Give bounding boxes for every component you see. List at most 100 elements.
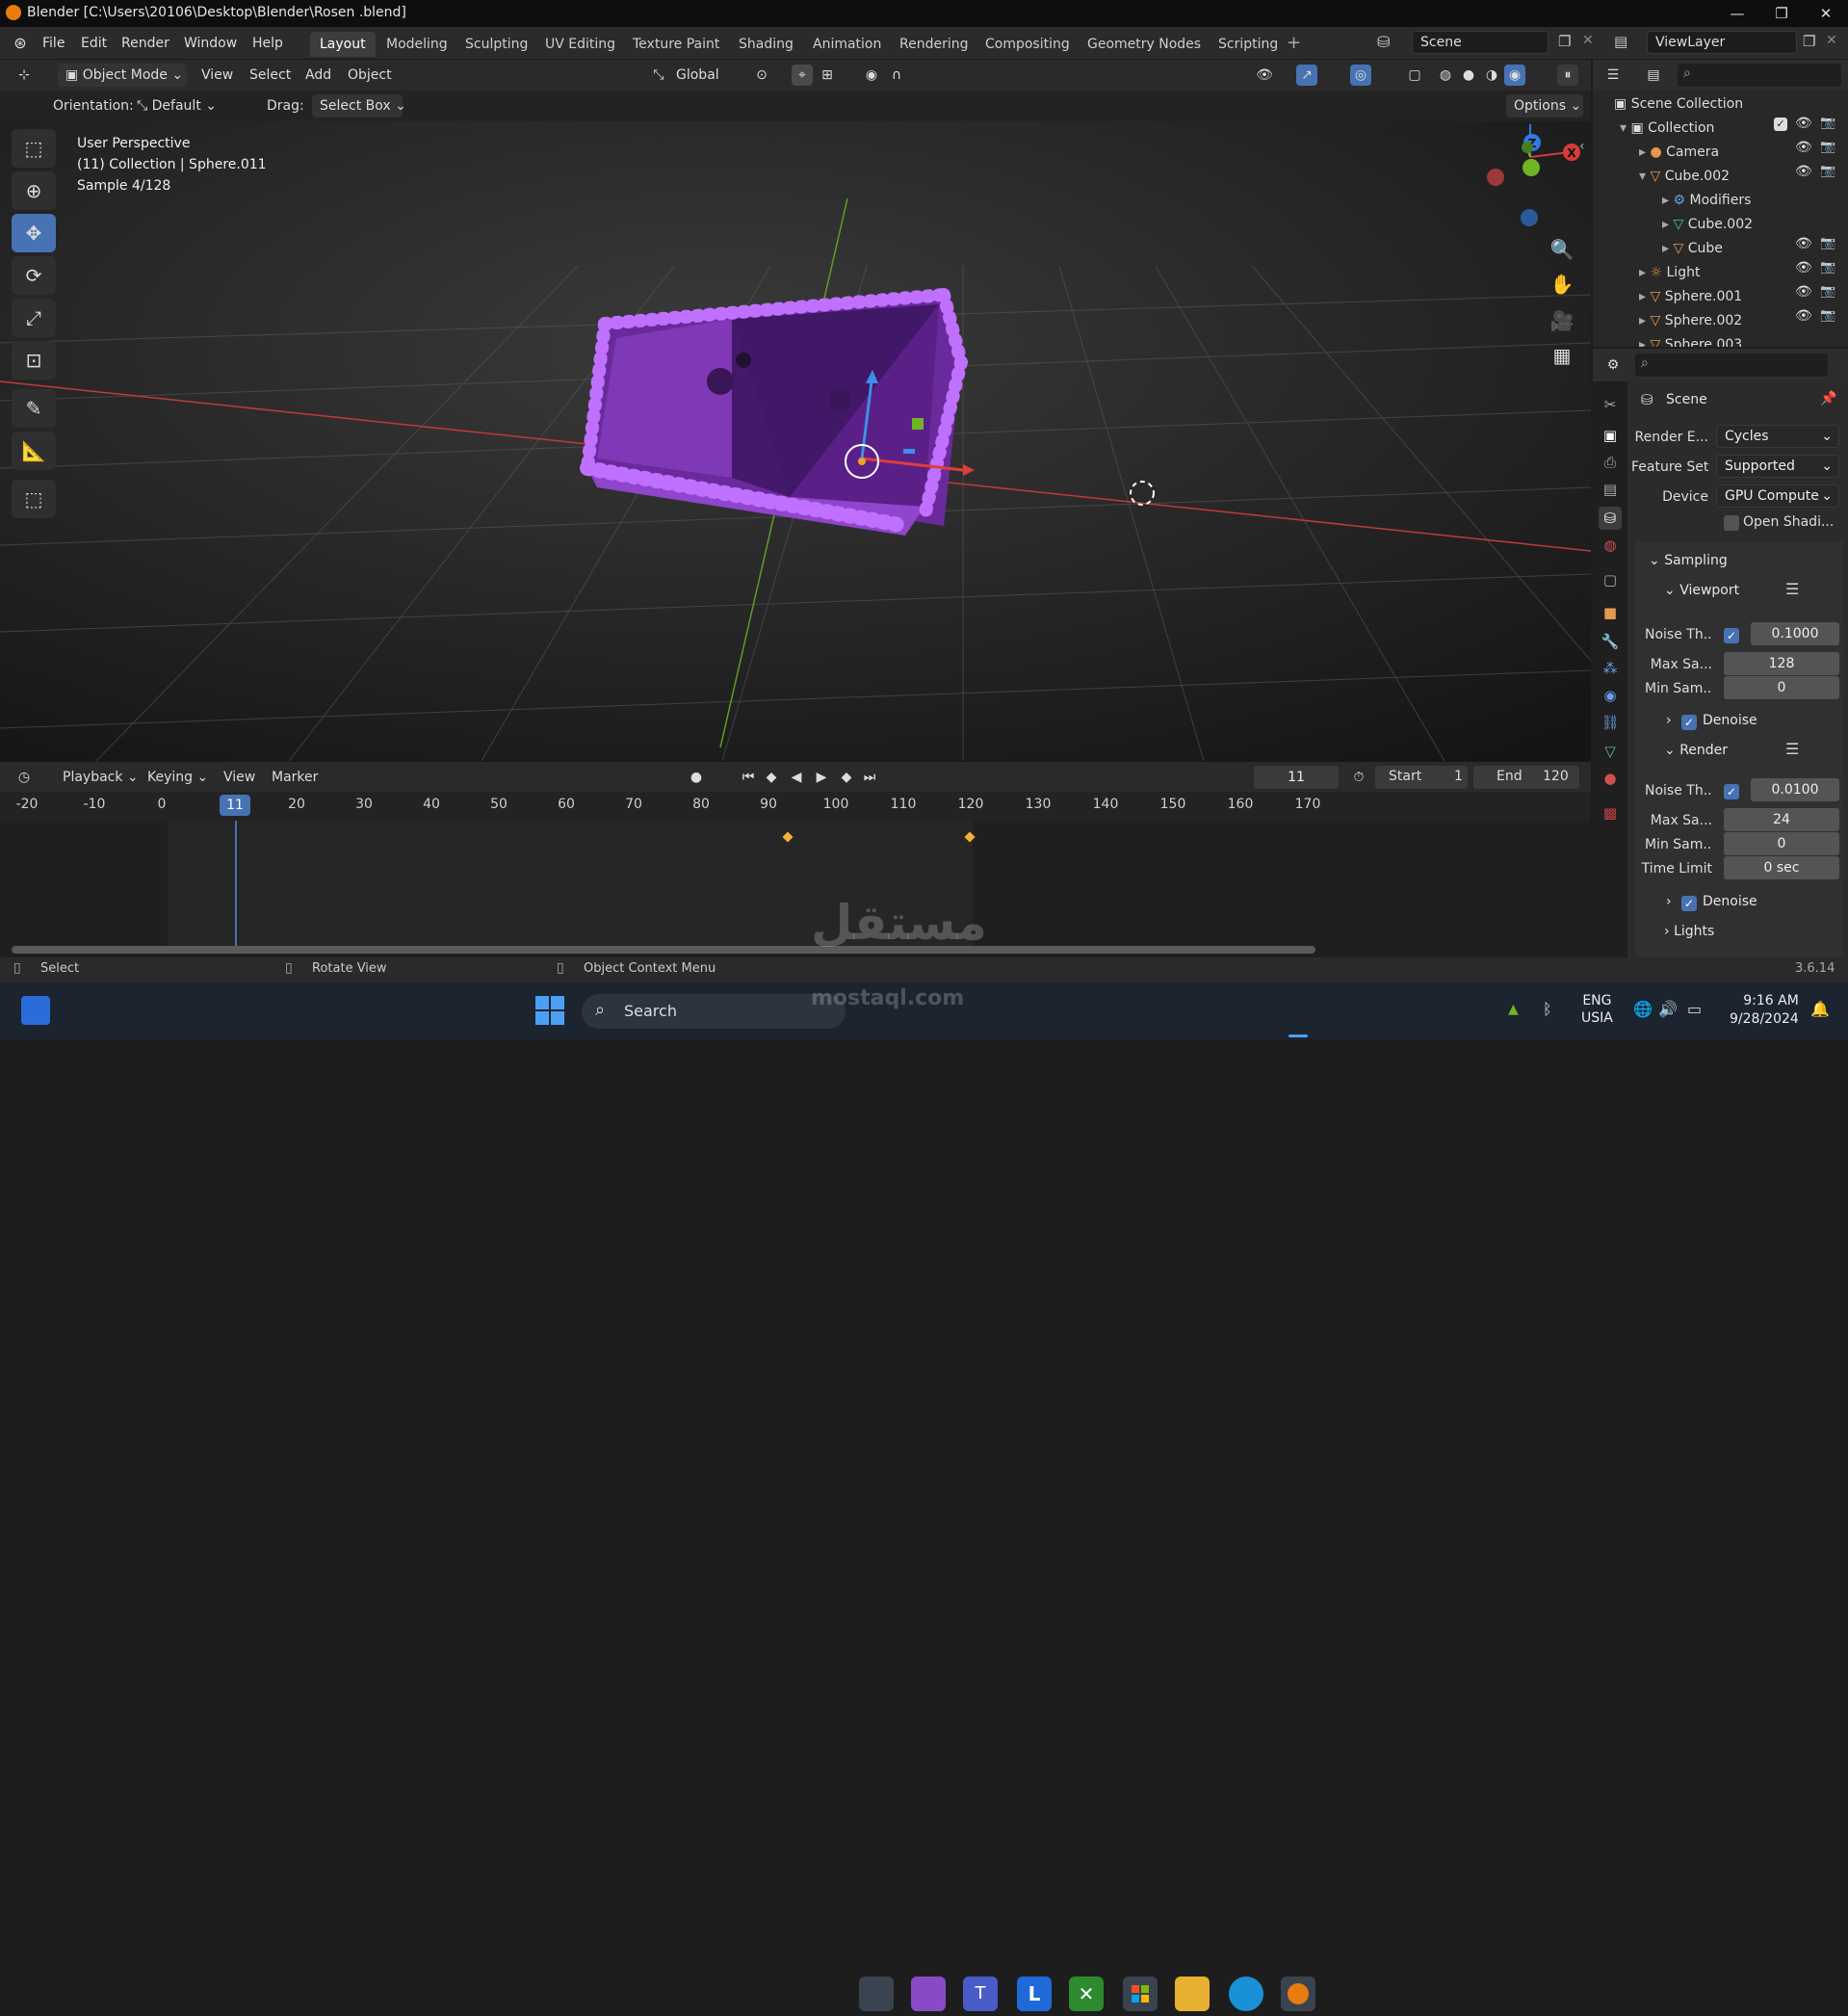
minimize-button[interactable]: — [1715, 0, 1759, 27]
particles-tab-icon[interactable]: ⁂ [1599, 657, 1622, 680]
vp-noise-field[interactable]: 0.1000 [1751, 622, 1839, 645]
add-workspace-icon[interactable]: + [1287, 33, 1301, 53]
render-camera-icon[interactable]: 📷 [1820, 284, 1835, 299]
render-tab-icon[interactable]: ▣ [1599, 424, 1622, 447]
tab-layout[interactable]: Layout [310, 32, 376, 57]
measure-tool[interactable]: 📐 [12, 432, 56, 470]
tab-rendering[interactable]: Rendering [890, 32, 978, 57]
vp-max-samples-field[interactable]: 128 [1724, 652, 1839, 675]
file-explorer-icon[interactable] [1175, 1977, 1210, 2011]
tab-scripting[interactable]: Scripting [1209, 32, 1288, 57]
menu-edit[interactable]: Edit [81, 33, 107, 54]
copilot-icon[interactable] [911, 1977, 946, 2011]
render-engine-dropdown[interactable]: Cycles ⌄ [1716, 425, 1839, 448]
widgets-icon[interactable] [21, 996, 50, 1025]
exclude-checkbox[interactable]: ✓ [1774, 118, 1787, 131]
end-frame-field[interactable]: End 120 [1473, 766, 1579, 789]
tab-modeling[interactable]: Modeling [377, 32, 457, 57]
r-denoise-checkbox[interactable]: ✓ [1681, 896, 1697, 911]
transform-orientation-dropdown[interactable]: Global [676, 64, 738, 87]
play-icon[interactable]: ▶ [811, 767, 832, 788]
gizmo-xy-plane[interactable] [903, 449, 915, 454]
r-noise-checkbox[interactable]: ✓ [1724, 784, 1739, 799]
collapse-sidebar-icon[interactable]: ‹ [1579, 139, 1585, 154]
menu-object[interactable]: Object [348, 64, 392, 87]
orientation-dropdown[interactable]: ⤡ Default ⌄ [137, 94, 250, 118]
blender-menu-icon[interactable]: ⊛ [10, 33, 31, 54]
remove-scene-icon[interactable]: ✕ [1582, 33, 1594, 48]
timeline-ruler[interactable]: -20 -10 0 11 20 30 40 50 60 70 80 90 100… [0, 792, 1591, 821]
vp-noise-checkbox[interactable]: ✓ [1724, 628, 1739, 643]
modifier-tab-icon[interactable]: 🔧 [1599, 630, 1622, 653]
material-tab-icon[interactable]: ● [1599, 767, 1622, 790]
output-tab-icon[interactable]: ⎙ [1599, 451, 1622, 474]
overlay-icon[interactable]: ◎ [1350, 65, 1371, 86]
tab-shading[interactable]: Shading [729, 32, 803, 57]
app-l-icon[interactable]: L [1017, 1977, 1052, 2011]
vp-denoise-header[interactable]: › [1666, 713, 1672, 728]
constraints-tab-icon[interactable]: ⛓ [1599, 711, 1622, 734]
select-box-tool[interactable]: ⬚ [12, 129, 56, 168]
tab-animation[interactable]: Animation [803, 32, 891, 57]
start-frame-field[interactable]: Start 1 [1375, 766, 1468, 789]
world-tab-icon[interactable]: ◍ [1599, 534, 1622, 557]
pin-icon[interactable]: 📌 [1820, 391, 1836, 406]
drag-dropdown[interactable]: Select Box ⌄ [312, 94, 406, 118]
properties-search[interactable]: ⌕ [1635, 353, 1828, 377]
presets-list-icon[interactable]: ☰ [1785, 580, 1799, 598]
outliner-editor-icon[interactable]: ☰ [1602, 65, 1624, 86]
tab-compositing[interactable]: Compositing [976, 32, 1080, 57]
pause-render-icon[interactable]: ⏸ [1557, 65, 1578, 86]
timeline-view-menu[interactable]: View [223, 766, 255, 789]
r-min-samples-field[interactable]: 0 [1724, 832, 1839, 855]
view-layer-selector[interactable]: ViewLayer [1647, 31, 1797, 54]
visibility-eye-icon[interactable]: 👁 [1795, 164, 1812, 179]
current-frame-field[interactable]: 11 [1254, 766, 1339, 789]
editor-type-icon[interactable]: ⊹ [13, 65, 35, 86]
render-camera-icon[interactable]: 📷 [1820, 260, 1835, 275]
r-time-limit-field[interactable]: 0 sec [1724, 856, 1839, 879]
feature-set-dropdown[interactable]: Supported ⌄ [1716, 455, 1839, 478]
r-max-samples-field[interactable]: 24 [1724, 808, 1839, 831]
osl-checkbox[interactable] [1724, 515, 1739, 531]
material-shading-icon[interactable]: ◑ [1481, 65, 1502, 86]
task-view-icon[interactable] [859, 1977, 894, 2011]
marker-menu[interactable]: Marker [272, 766, 318, 789]
notification-bell-icon[interactable]: 🔔 [1810, 1000, 1830, 1018]
gizmo-icon[interactable]: ↗ [1296, 65, 1317, 86]
menu-view[interactable]: View [201, 64, 233, 87]
visibility-eye-icon[interactable]: 👁 [1795, 140, 1812, 155]
rotate-tool[interactable]: ⟳ [12, 256, 56, 295]
annotate-tool[interactable]: ✎ [12, 389, 56, 428]
teams-icon[interactable]: T [963, 1977, 998, 2011]
falloff-icon[interactable]: ∩ [886, 65, 907, 86]
tab-geometry-nodes[interactable]: Geometry Nodes [1078, 32, 1210, 57]
battery-icon[interactable]: ▭ [1687, 1000, 1702, 1018]
menu-file[interactable]: File [42, 33, 65, 54]
vp-min-samples-field[interactable]: 0 [1724, 676, 1839, 699]
snap-icon[interactable]: ⌖ [792, 65, 813, 86]
keying-menu[interactable]: Keying ⌄ [147, 766, 208, 789]
collection-tab-icon[interactable]: ▢ [1599, 568, 1622, 591]
menu-add[interactable]: Add [305, 64, 331, 87]
playback-menu[interactable]: Playback ⌄ [63, 766, 139, 789]
jump-end-icon[interactable]: ⏭ [859, 767, 880, 788]
wireframe-shading-icon[interactable]: ◍ [1435, 65, 1456, 86]
visibility-eye-icon[interactable]: 👁 [1795, 236, 1812, 251]
next-keyframe-icon[interactable]: ◆ [836, 767, 857, 788]
blender-taskbar-icon[interactable] [1281, 1977, 1315, 2011]
transform-tool[interactable]: ⊡ [12, 341, 56, 380]
remove-view-layer-icon[interactable]: ✕ [1826, 33, 1837, 48]
tool-tab-icon[interactable]: ✂ [1599, 393, 1622, 416]
presets-list-icon[interactable]: ☰ [1785, 740, 1799, 758]
prev-keyframe-icon[interactable]: ◆ [761, 767, 782, 788]
volume-icon[interactable]: 🔊 [1658, 1000, 1678, 1018]
mode-selector[interactable]: ▣ Object Mode ⌄ [58, 64, 187, 87]
scale-tool[interactable]: ⤢ [12, 299, 56, 337]
data-tab-icon[interactable]: ▽ [1599, 740, 1622, 763]
bluetooth-tray-icon[interactable]: ᛒ [1543, 1000, 1552, 1018]
taskbar-search[interactable]: ⌕ Search [582, 994, 846, 1029]
render-camera-icon[interactable]: 📷 [1820, 236, 1835, 250]
stopwatch-icon[interactable]: ⏱ [1348, 767, 1369, 788]
timeline-editor-icon[interactable]: ◷ [13, 767, 35, 788]
